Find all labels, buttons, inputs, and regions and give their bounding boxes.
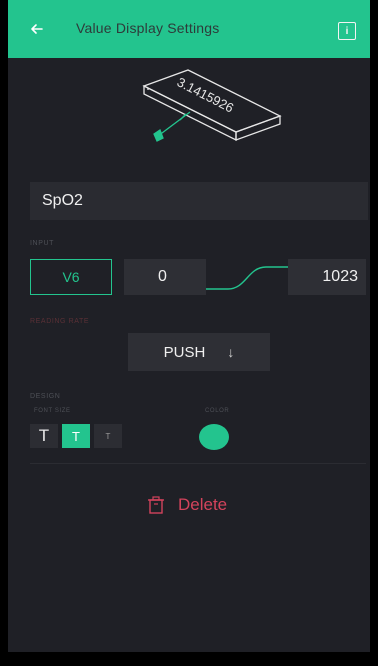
design-section-label: DESIGN [30,393,61,400]
font-size-label: FONT SIZE [34,408,71,414]
arrow-down-icon: ↓ [227,344,235,360]
preview-value: 3.1415926 [175,74,237,115]
app-header: Value Display Settings i [8,0,370,58]
reading-rate-section-label: READING RATE [30,318,90,325]
delete-button[interactable]: Delete [148,490,227,520]
frame-left [0,0,8,666]
delete-label: Delete [178,495,228,514]
input-section-label: INPUT [30,240,54,247]
font-size-selector: T T T [30,424,126,448]
font-size-medium-button[interactable]: T [62,424,90,448]
pin-select-button[interactable]: V6 [30,259,112,295]
info-box-icon[interactable]: i [338,22,356,40]
range-max-input[interactable]: 1023 [288,259,366,295]
value-display-widget-icon: 3.1415926 [142,69,282,142]
frame-right [370,0,378,666]
arrow-left-icon[interactable] [26,18,48,40]
reading-rate-value: PUSH [163,343,206,361]
reading-rate-select[interactable]: PUSH ↓ [128,333,270,371]
page-title: Value Display Settings [76,20,220,36]
frame-bottom [0,652,378,666]
font-size-large-button[interactable]: T [30,424,58,448]
range-mapping-curve [206,259,288,295]
range-min-input[interactable]: 0 [124,259,206,295]
trash-icon [148,496,164,514]
section-divider [30,463,366,464]
color-picker-button[interactable] [199,424,229,450]
font-size-small-button[interactable]: T [94,424,122,448]
widget-preview: 3.1415926 [8,58,370,168]
widget-name-input[interactable]: SpO2 [30,182,368,220]
color-label: COLOR [205,408,230,414]
